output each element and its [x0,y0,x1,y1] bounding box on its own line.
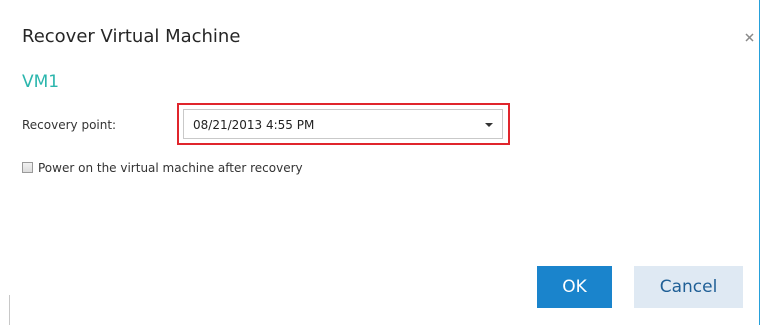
ok-button[interactable]: OK [537,266,612,308]
recovery-point-label: Recovery point: [22,118,117,132]
recovery-point-select[interactable]: 08/21/2013 4:55 PM [183,109,503,139]
dialog-title: Recover Virtual Machine [22,26,241,47]
close-icon[interactable] [741,29,759,47]
power-on-label: Power on the virtual machine after recov… [38,161,303,175]
dialog-border-left [9,295,10,325]
recovery-point-value: 08/21/2013 4:55 PM [193,118,315,132]
recover-vm-dialog: Recover Virtual Machine VM1 Recovery poi… [0,0,760,325]
dropdown-arrow-icon [485,123,493,127]
vm-name: VM1 [22,72,60,92]
power-on-checkbox[interactable] [22,162,33,173]
cancel-button[interactable]: Cancel [634,266,743,308]
